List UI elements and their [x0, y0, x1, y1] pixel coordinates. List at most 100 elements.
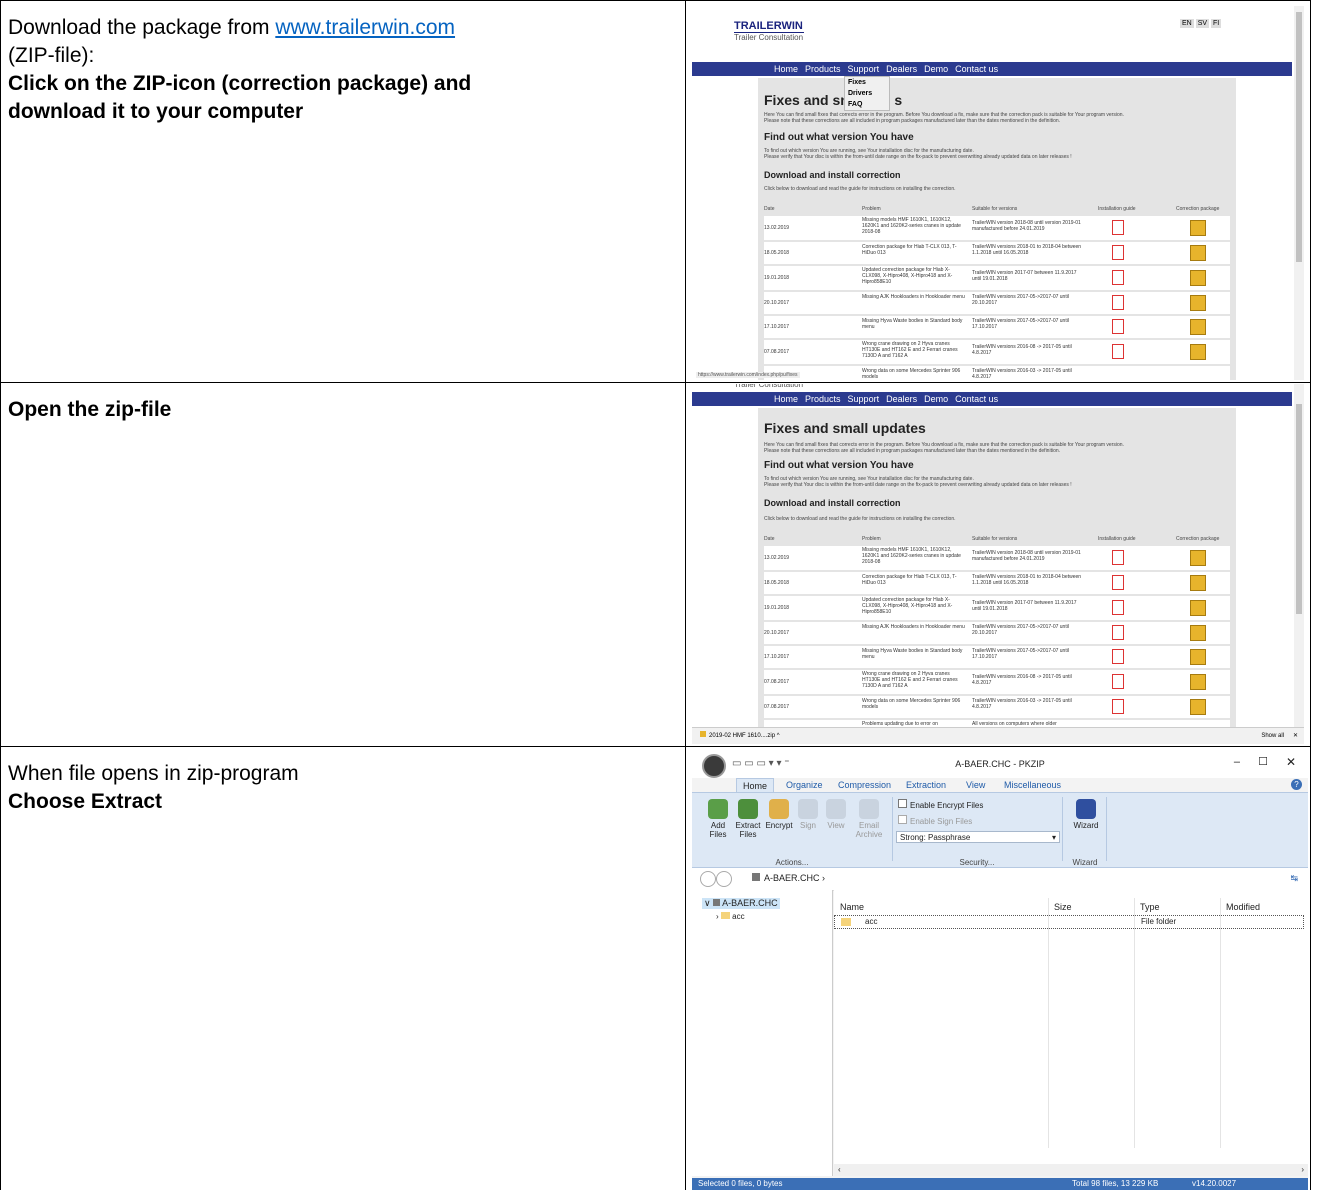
view-button[interactable]: View	[824, 799, 848, 830]
zip-icon[interactable]	[1190, 550, 1206, 566]
pdf-icon[interactable]	[1112, 344, 1124, 359]
zip-icon[interactable]	[1190, 575, 1206, 591]
nav-contact[interactable]: Contact us	[955, 394, 998, 404]
nav-dealers[interactable]: Dealers	[886, 64, 917, 74]
column-header-name[interactable]: Name	[840, 902, 864, 912]
download-text: Click below to download and read the gui…	[764, 186, 956, 192]
pdf-icon[interactable]	[1112, 295, 1124, 310]
nav-demo[interactable]: Demo	[924, 64, 948, 74]
trailerwin-link[interactable]: www.trailerwin.com	[275, 16, 455, 39]
nav-products[interactable]: Products	[805, 394, 841, 404]
fixes-panel: Fixes and small updates Here You can fin…	[758, 408, 1236, 728]
download-heading: Download and install correction	[764, 498, 901, 508]
zip-icon[interactable]	[1190, 245, 1206, 261]
pdf-icon[interactable]	[1112, 649, 1124, 664]
pdf-icon[interactable]	[1112, 270, 1124, 285]
nav-demo[interactable]: Demo	[924, 394, 948, 404]
status-version: v14.20.0027	[1192, 1179, 1237, 1188]
tab-view[interactable]: View	[966, 780, 985, 790]
back-icon[interactable]	[700, 871, 716, 887]
tab-organize[interactable]: Organize	[786, 780, 823, 790]
version-heading: Find out what version You have	[764, 132, 914, 143]
maximize-button[interactable]: ☐	[1258, 755, 1268, 768]
zip-file-icon	[700, 731, 706, 737]
nav-products[interactable]: Products	[805, 64, 841, 74]
column-header-type[interactable]: Type	[1140, 902, 1160, 912]
column-header-modified[interactable]: Modified	[1226, 902, 1260, 912]
show-all-button[interactable]: Show all	[1261, 728, 1284, 744]
language-switcher[interactable]: EN SV FI	[1180, 19, 1222, 28]
pdf-icon[interactable]	[1112, 245, 1124, 260]
nav-support[interactable]: Support	[848, 394, 880, 404]
minimize-button[interactable]: –	[1234, 756, 1240, 768]
dropdown-drivers[interactable]: Drivers	[845, 88, 889, 99]
encrypt-button[interactable]: Encrypt	[764, 799, 794, 830]
pdf-icon[interactable]	[1112, 550, 1124, 565]
tab-home[interactable]: Home	[736, 778, 774, 793]
tab-miscellaneous[interactable]: Miscellaneous	[1004, 780, 1061, 790]
close-icon[interactable]: ✕	[1293, 728, 1298, 744]
zip-icon[interactable]	[1190, 270, 1206, 286]
refresh-icon[interactable]: ↹	[1290, 873, 1298, 884]
zip-icon[interactable]	[1190, 344, 1206, 360]
table-row: 19.01.2018 Updated correction package for…	[764, 266, 1230, 290]
pdf-icon[interactable]	[1112, 674, 1124, 689]
help-icon[interactable]: ?	[1291, 779, 1302, 790]
nav-support[interactable]: Support	[848, 64, 880, 74]
email-archive-button[interactable]: Email Archive	[852, 799, 886, 839]
tab-extraction[interactable]: Extraction	[906, 780, 946, 790]
download-item[interactable]: 2019-02 HMF 1610....zip ^	[700, 728, 780, 744]
zip-icon[interactable]	[1190, 220, 1206, 236]
wizard-button[interactable]: Wizard	[1072, 799, 1100, 830]
zip-icon[interactable]	[1190, 625, 1206, 641]
pdf-icon[interactable]	[1112, 220, 1124, 235]
email-archive-icon	[859, 799, 879, 819]
archive-icon	[752, 873, 760, 881]
sign-button[interactable]: Sign	[796, 799, 820, 830]
strength-select[interactable]: Strong: Passphrase ▾	[896, 831, 1060, 843]
dropdown-faq[interactable]: FAQ	[845, 99, 889, 110]
zip-icon[interactable]	[1190, 699, 1206, 715]
th-guide: Installation guide	[1098, 206, 1136, 212]
scrollbar[interactable]	[1294, 6, 1304, 380]
pdf-icon[interactable]	[1112, 600, 1124, 615]
lang-sv[interactable]: SV	[1195, 19, 1210, 28]
step3-line1: When file opens in zip-program	[8, 762, 299, 785]
enable-encrypt-checkbox[interactable]: Enable Encrypt Files	[898, 799, 983, 810]
path-breadcrumb[interactable]: A-BAER.CHC ›	[752, 873, 825, 883]
nav-home[interactable]: Home	[774, 64, 798, 74]
forward-icon[interactable]	[716, 871, 732, 887]
step1-instructions: Download the package from www.trailerwin…	[8, 14, 678, 126]
nav-dealers[interactable]: Dealers	[886, 394, 917, 404]
tree-child[interactable]: › acc	[716, 912, 745, 921]
dropdown-fixes[interactable]: Fixes	[845, 77, 889, 88]
zip-icon[interactable]	[1190, 674, 1206, 690]
lang-fi[interactable]: FI	[1210, 19, 1222, 28]
enable-sign-checkbox[interactable]: Enable Sign Files	[898, 815, 972, 826]
pdf-icon[interactable]	[1112, 699, 1124, 714]
nav-home[interactable]: Home	[774, 394, 798, 404]
scrollbar[interactable]	[1294, 384, 1304, 728]
status-selected: Selected 0 files, 0 bytes	[698, 1179, 783, 1188]
pdf-icon[interactable]	[1112, 625, 1124, 640]
step2-instructions: Open the zip-file	[8, 398, 172, 421]
pdf-icon[interactable]	[1112, 575, 1124, 590]
nav-contact[interactable]: Contact us	[955, 64, 998, 74]
table-row: 17.10.2017 Missing Hyva Waste bodies in S…	[764, 316, 1230, 338]
pdf-icon[interactable]	[1112, 319, 1124, 334]
list-item[interactable]: acc File folder	[834, 915, 1304, 929]
zip-icon[interactable]	[1190, 600, 1206, 616]
tab-compression[interactable]: Compression	[838, 780, 891, 790]
column-header-size[interactable]: Size	[1054, 902, 1072, 912]
tree-root[interactable]: ∨ A-BAER.CHC	[702, 898, 780, 909]
horizontal-scrollbar[interactable]: ‹ ›	[834, 1164, 1308, 1176]
add-files-button[interactable]: Add Files	[706, 799, 730, 839]
lang-en[interactable]: EN	[1180, 19, 1194, 28]
th-guide: Installation guide	[1098, 536, 1136, 542]
zip-icon[interactable]	[1190, 319, 1206, 335]
zip-icon[interactable]	[1190, 649, 1206, 665]
zip-icon[interactable]	[1190, 295, 1206, 311]
table-row: 07.08.2017 Wrong crane drawing on 2 Hyva …	[764, 670, 1230, 694]
extract-files-button[interactable]: Extract Files	[734, 799, 762, 839]
close-button[interactable]: ✕	[1286, 755, 1296, 769]
